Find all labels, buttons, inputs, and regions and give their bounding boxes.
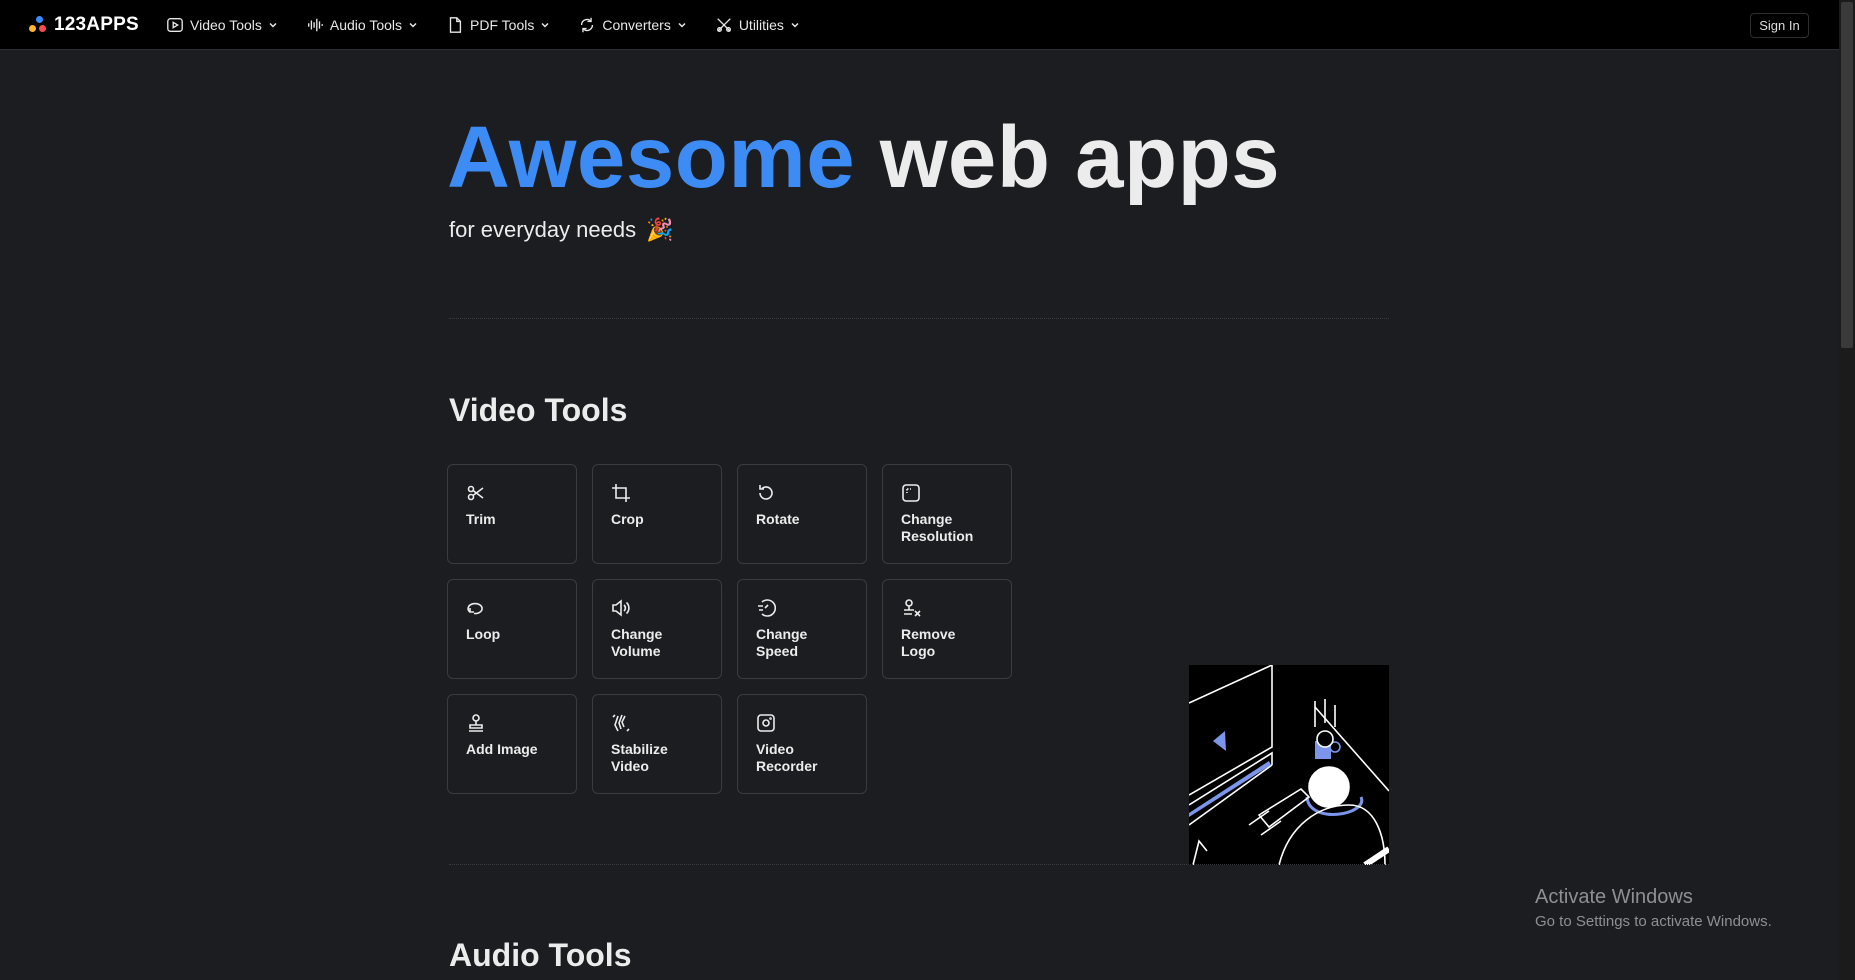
watermark-line-1: Activate Windows: [1535, 886, 1693, 908]
tool-card-label: Stabilize Video: [611, 741, 668, 774]
convert-icon: [581, 17, 594, 33]
crop-icon: [612, 484, 630, 502]
tool-card-crop[interactable]: Crop: [592, 464, 722, 564]
tool-card-label: Crop: [611, 511, 644, 527]
tool-card-label: Add Image: [466, 741, 538, 757]
chevron-down-icon: [678, 22, 686, 28]
logo-text: 123APPS: [54, 14, 139, 35]
scissors-icon: [467, 485, 484, 501]
recorder-icon: [757, 714, 775, 732]
scrollbar-thumb[interactable]: [1841, 2, 1853, 348]
nav-converters[interactable]: Converters: [578, 16, 686, 34]
nav-converters-label: Converters: [602, 17, 671, 33]
tool-card-change-volume[interactable]: Change Volume: [592, 579, 722, 679]
play-circle-icon: [167, 18, 183, 32]
hero-title: Awesome web apps: [447, 114, 1280, 201]
tool-card-loop[interactable]: Loop: [447, 579, 577, 679]
chevron-down-icon: [409, 22, 417, 28]
tool-card-label: Video Recorder: [756, 741, 818, 774]
nav-utilities-label: Utilities: [738, 17, 784, 33]
tool-card-video-recorder[interactable]: Video Recorder: [737, 694, 867, 794]
hero-subtitle: for everyday needs 🎉: [449, 217, 674, 243]
nav-video-tools[interactable]: Video Tools: [166, 16, 278, 34]
sign-in-button[interactable]: Sign In: [1750, 13, 1809, 38]
remove-logo-icon: [904, 599, 921, 617]
document-icon: [449, 17, 462, 33]
hero-subtitle-text: for everyday needs: [449, 217, 637, 242]
tool-card-label: Remove Logo: [901, 626, 956, 659]
nav-audio-tools-label: Audio Tools: [329, 17, 403, 33]
main-nav: Video Tools Audio Tools PDF Tools Conver…: [166, 0, 828, 50]
tool-card-label: Trim: [466, 511, 496, 527]
nav-video-tools-label: Video Tools: [190, 17, 262, 33]
nav-pdf-tools-label: PDF Tools: [470, 17, 535, 33]
hero-title-rest: web apps: [879, 109, 1281, 206]
volume-icon: [612, 599, 630, 617]
audio-tools-heading: Audio Tools: [449, 937, 632, 973]
waveform-icon: [307, 18, 323, 32]
resolution-icon: [902, 484, 920, 502]
tool-card-change-resolution[interactable]: Change Resolution: [882, 464, 1012, 564]
stabilize-icon: [612, 714, 630, 732]
tool-card-remove-logo[interactable]: Remove Logo: [882, 579, 1012, 679]
nav-pdf-tools[interactable]: PDF Tools: [446, 16, 550, 34]
section-divider: [449, 318, 1389, 319]
tool-card-trim[interactable]: Trim: [447, 464, 577, 564]
logo-dots-icon: [28, 15, 48, 35]
tool-card-label: Loop: [466, 626, 501, 642]
nav-audio-tools[interactable]: Audio Tools: [306, 16, 418, 34]
section-divider: [449, 864, 1389, 865]
chevron-down-icon: [269, 22, 277, 28]
nav-utilities[interactable]: Utilities: [715, 16, 800, 34]
tool-card-change-speed[interactable]: Change Speed: [737, 579, 867, 679]
tool-card-label: Change Volume: [611, 626, 663, 659]
stamp-icon: [469, 714, 483, 732]
tool-card-label: Change Speed: [756, 626, 808, 659]
chevron-down-icon: [791, 22, 799, 28]
activate-windows-watermark: Activate Windows Go to Settings to activ…: [1535, 886, 1772, 930]
tool-card-stabilize-video[interactable]: Stabilize Video: [592, 694, 722, 794]
loop-icon: [467, 602, 483, 615]
tool-card-rotate[interactable]: Rotate: [737, 464, 867, 564]
tool-card-label: Rotate: [756, 511, 800, 527]
speed-icon: [758, 599, 776, 617]
hero-title-highlight: Awesome: [447, 109, 856, 206]
promo-illustration: [1188, 663, 1391, 868]
party-popper-icon: 🎉: [646, 217, 674, 242]
tool-card-add-image[interactable]: Add Image: [447, 694, 577, 794]
logo[interactable]: 123APPS: [28, 14, 139, 36]
tools-icon: [716, 18, 731, 32]
video-tools-heading: Video Tools: [449, 392, 628, 428]
chevron-down-icon: [541, 22, 549, 28]
tool-card-label: Change Resolution: [901, 511, 974, 544]
top-navigation-bar: 123APPS Video Tools Audio Tools PDF Tool…: [0, 0, 1839, 50]
page-scrollbar[interactable]: [1839, 0, 1855, 980]
rotate-icon: [759, 485, 773, 500]
watermark-line-2: Go to Settings to activate Windows.: [1535, 913, 1772, 930]
